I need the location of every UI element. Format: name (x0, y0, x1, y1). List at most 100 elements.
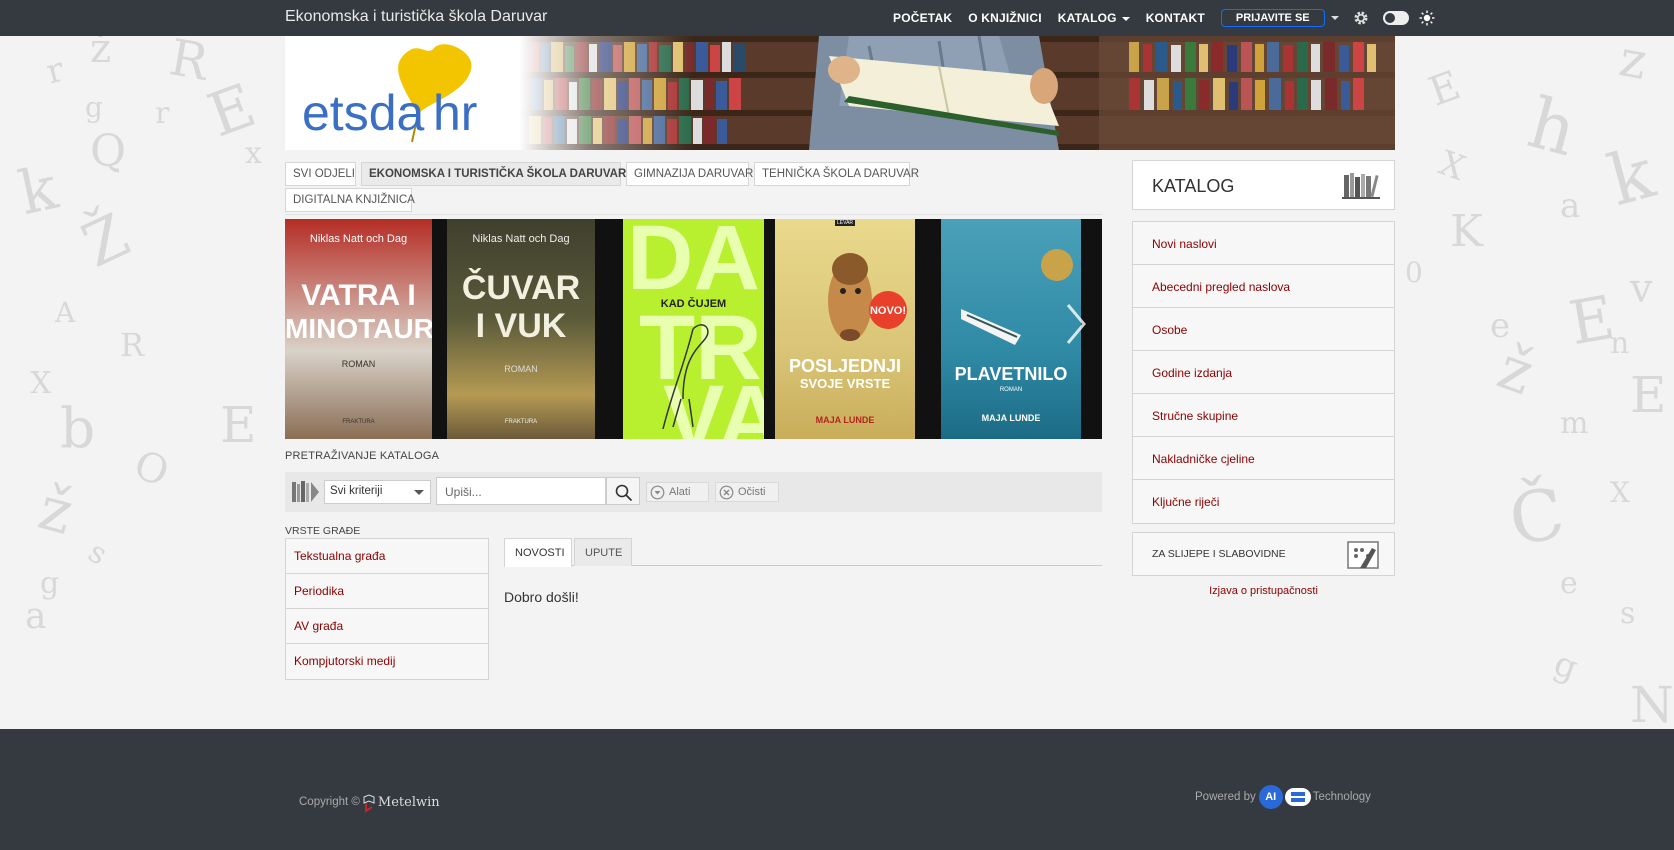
tools-button[interactable]: Alati (646, 482, 709, 502)
new-badge-label: NOVO! (869, 305, 907, 317)
book-cover-art: DA TRO VAR (627, 219, 764, 439)
powered-by: Powered by AI Technology (1195, 785, 1371, 809)
clear-label: Očisti (738, 486, 766, 498)
chevron-down-icon (414, 490, 424, 495)
book-cover-kad-cujem[interactable]: DA TRO VAR KAD ČUJEM (623, 219, 764, 439)
material-types-heading: VRSTE GRAĐE (285, 525, 361, 537)
tab-digital-library[interactable]: DIGITALNA KNJIŽNICA (285, 188, 415, 212)
carousel-next-arrow-icon[interactable] (1060, 299, 1090, 349)
catalog-alphabetical-titles[interactable]: Abecedni pregled naslova (1133, 265, 1394, 308)
tools-label: Alati (669, 486, 691, 498)
material-type-textual[interactable]: Tekstualna građa (286, 539, 488, 574)
book-title-line1: ČUVAR (461, 269, 581, 307)
criteria-select[interactable]: Svi kriteriji (324, 480, 431, 504)
technology-logo-icon (1284, 788, 1311, 806)
book-publisher: FRAKTURA (504, 419, 538, 425)
site-title[interactable]: Ekonomska i turistička škola Daruvar (285, 8, 547, 26)
book-cover-cuvar-i-vuk[interactable]: Niklas Natt och Dag ČUVAR I VUK ROMAN FR… (447, 219, 595, 439)
tab-news[interactable]: NOVOSTI (504, 538, 572, 567)
search-button[interactable] (606, 477, 640, 505)
bookshelf-icon (1342, 173, 1380, 199)
book-cover-posljednji-svoje-vrste[interactable]: LEVAR NOVO! POSLJEDNJI SVOJE VRSTE MAJA … (775, 219, 915, 439)
search-icon (615, 484, 633, 502)
book-title-line2: I VUK (475, 307, 567, 345)
metelwin-brand[interactable]: Metelwin (378, 795, 440, 810)
login-button[interactable]: PRIJAVITE SE (1220, 9, 1325, 27)
logo-text: etsda (302, 85, 425, 141)
nav-home[interactable]: POČETAK (893, 11, 952, 25)
main-nav: POČETAK O KNJIŽNICI KATALOG KONTAKT PRIJ… (893, 0, 1435, 36)
book-publisher: FRAKTURA (342, 419, 375, 425)
new-books-carousel: Niklas Natt och Dag VATRA I MINOTAUR ROM… (285, 219, 1102, 439)
catalog-panel-header: KATALOG (1132, 160, 1395, 210)
nav-catalog-label: KATALOG (1057, 11, 1117, 25)
book-subtitle: ROMAN (504, 364, 538, 374)
books-icon (292, 481, 319, 502)
book-author-name: MAJA LUNDE (815, 415, 875, 425)
book-title-line1: POSLJEDNJI (788, 356, 902, 376)
gear-icon[interactable] (1353, 10, 1369, 26)
ai-badge: AI (1258, 785, 1283, 809)
accessibility-label: ZA SLIJEPE I SLABOVIDNE (1152, 548, 1286, 560)
login-dropdown-caret-icon[interactable] (1330, 16, 1339, 20)
catalog-new-titles[interactable]: Novi naslovi (1133, 222, 1394, 265)
book-title-line2: MINOTAUR (285, 313, 432, 344)
catalog-subject-groups[interactable]: Stručne skupine (1133, 394, 1394, 437)
book-subtitle: ROMAN (999, 387, 1023, 393)
catalog-publication-years[interactable]: Godine izdanja (1133, 351, 1394, 394)
search-heading: PRETRAŽIVANJE KATALOGA (285, 450, 440, 462)
book-title-line1: PLAVETNILO (954, 364, 1068, 384)
clear-button[interactable]: Očisti (715, 482, 779, 502)
tab-economics-tourism-school[interactable]: EKONOMSKA I TURISTIČKA ŠKOLA DARUVAR (361, 162, 626, 186)
book-title-line2: SVOJE VRSTE (799, 376, 891, 391)
technology-text: Technology (1312, 791, 1371, 803)
tab-instructions[interactable]: UPUTE (574, 538, 632, 566)
book-title-line1: VATRA I (301, 279, 416, 312)
sun-icon (1419, 10, 1435, 26)
material-type-periodicals[interactable]: Periodika (286, 574, 488, 609)
book-cover-vatra-i-minotaur[interactable]: Niklas Natt och Dag VATRA I MINOTAUR ROM… (285, 219, 432, 439)
catalog-title: KATALOG (1152, 176, 1235, 196)
clear-icon (719, 485, 734, 500)
material-type-computer-media[interactable]: Kompjutorski medij (286, 644, 488, 679)
award-seal (1041, 249, 1073, 281)
header-banner: etsda hr (285, 36, 1395, 150)
book-author: Niklas Natt och Dag (309, 233, 408, 245)
chevron-down-circle-icon (650, 485, 665, 500)
nav-catalog-dropdown[interactable]: KATALOG (1058, 11, 1130, 25)
catalog-persons[interactable]: Osobe (1133, 308, 1394, 351)
svg-text:hr: hr (433, 85, 477, 141)
chevron-down-icon (1121, 16, 1130, 21)
book-publisher-mark: LEVAR (835, 220, 855, 226)
tab-all-departments[interactable]: SVI ODJELI (285, 162, 356, 186)
book-author: Niklas Natt och Dag (472, 233, 570, 245)
news-tabs: NOVOSTI UPUTE (504, 538, 1102, 567)
accessibility-mode-button[interactable]: ZA SLIJEPE I SLABOVIDNE (1132, 532, 1395, 576)
copyright-text: Copyright © (299, 796, 360, 808)
powered-by-text: Powered by (1195, 791, 1256, 803)
catalog-keywords[interactable]: Ključne riječi (1133, 480, 1394, 523)
theme-toggle[interactable] (1382, 11, 1409, 25)
footer: Copyright © Metelwin Powered by AI Techn… (0, 729, 1674, 850)
catalog-publisher-series[interactable]: Nakladničke cjeline (1133, 437, 1394, 480)
etsda-logo[interactable]: etsda hr (300, 42, 490, 146)
book-author-name: MAJA LUNDE (981, 413, 1041, 423)
tab-technical-school[interactable]: TEHNIČKA ŠKOLA DARUVAR (754, 162, 919, 186)
copyright: Copyright © Metelwin (299, 791, 440, 813)
library-banner-photo (519, 36, 1395, 150)
search-input[interactable]: Upiši... (436, 477, 606, 505)
svg-text:DA: DA (627, 219, 760, 309)
book-title-line1: KAD ČUJEM (660, 298, 727, 310)
nav-about-library[interactable]: O KNJIŽNICI (968, 11, 1042, 25)
top-navbar: Ekonomska i turistička škola Daruvar POČ… (0, 0, 1674, 36)
boat-illustration (961, 309, 1021, 345)
criteria-select-value: Svi kriteriji (330, 485, 383, 497)
material-types-list: Tekstualna građa Periodika AV građa Komp… (285, 538, 489, 680)
accessibility-statement-link[interactable]: Izjava o pristupačnosti (1132, 585, 1395, 597)
metelwin-book-icon (363, 794, 375, 813)
nav-contact[interactable]: KONTAKT (1146, 11, 1205, 25)
material-type-av[interactable]: AV građa (286, 609, 488, 644)
catalog-search-bar: Svi kriteriji Upiši... Alati Očisti (285, 472, 1102, 512)
accessibility-icon (1347, 541, 1379, 569)
tab-gymnasium[interactable]: GIMNAZIJA DARUVAR (626, 162, 753, 186)
